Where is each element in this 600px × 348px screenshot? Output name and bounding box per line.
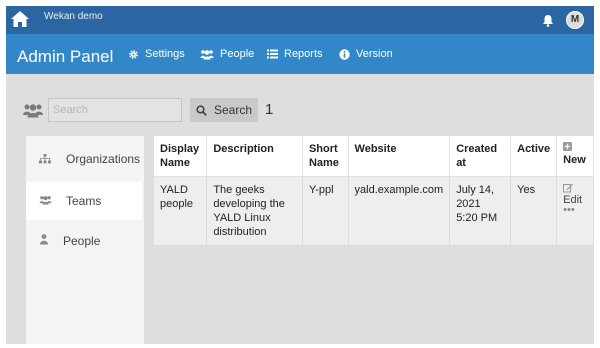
info-icon — [339, 48, 350, 60]
sidebar-item-label: Organizations — [66, 152, 141, 166]
nav-version[interactable]: Version — [339, 48, 393, 60]
edit-button[interactable]: Edit — [563, 183, 587, 207]
cell-website: yald.example.com — [348, 176, 451, 246]
nav-reports[interactable]: Reports — [267, 48, 323, 60]
sidebar-item-people[interactable]: People — [26, 222, 142, 260]
column-header-active[interactable]: Active — [510, 136, 558, 177]
sidebar-item-organizations[interactable]: Organizations — [26, 140, 142, 178]
column-header-display-name[interactable]: Display Name — [154, 136, 208, 177]
search-icon — [196, 104, 207, 116]
column-header-description[interactable]: Description — [206, 136, 303, 177]
user-icon — [40, 234, 48, 245]
nav-people-label: People — [220, 48, 255, 60]
table-header-row: Display Name Description Short Name Webs… — [154, 136, 594, 177]
teams-table: Display Name Description Short Name Webs… — [154, 136, 594, 246]
gear-icon — [129, 49, 138, 59]
top-bar: Wekan demo M — [6, 6, 594, 34]
cell-actions: Edit ••• — [556, 176, 594, 246]
column-header-website[interactable]: Website — [348, 136, 451, 177]
edit-icon — [563, 183, 573, 192]
list-icon — [267, 49, 278, 59]
plus-square-icon — [563, 142, 573, 151]
cell-description: The geeks developing the YALD Linux dist… — [206, 176, 303, 246]
nav-reports-label: Reports — [284, 48, 323, 60]
users-icon — [23, 104, 43, 118]
cell-display-name: YALD people — [154, 176, 208, 246]
board-title[interactable]: Wekan demo — [44, 11, 103, 22]
sidebar-item-teams[interactable]: Teams — [26, 182, 142, 220]
sidebar: Organizations Teams People — [26, 136, 144, 344]
admin-header: Admin Panel Settings People Reports Vers… — [6, 34, 594, 74]
page-title: Admin Panel — [17, 47, 114, 66]
cell-active: Yes — [510, 176, 558, 246]
new-team-label: New — [563, 154, 586, 166]
search-button[interactable]: Search — [190, 98, 258, 122]
nav-settings-label: Settings — [145, 48, 185, 60]
app-window: Wekan demo M Admin Panel Settings People… — [6, 6, 594, 344]
nav-version-label: Version — [356, 48, 393, 60]
users-icon — [200, 49, 214, 59]
nav-settings[interactable]: Settings — [128, 48, 185, 60]
sidebar-item-label: Teams — [66, 194, 102, 208]
more-options-button[interactable]: ••• — [563, 204, 587, 215]
bell-icon[interactable] — [542, 14, 554, 27]
column-header-short-name[interactable]: Short Name — [302, 136, 349, 177]
sidebar-item-label: People — [63, 234, 101, 248]
sitemap-icon — [39, 154, 51, 164]
result-count: 1 — [265, 101, 274, 118]
search-input[interactable] — [48, 98, 182, 122]
column-header-created-at[interactable]: Created at — [449, 136, 512, 177]
avatar[interactable]: M — [566, 11, 584, 29]
table-row: YALD people The geeks developing the YAL… — [154, 176, 594, 246]
cell-short-name: Y-ppl — [302, 176, 349, 246]
home-icon[interactable] — [10, 10, 30, 28]
search-button-label: Search — [213, 103, 253, 117]
nav-people[interactable]: People — [200, 48, 254, 60]
cell-created-at: July 14, 2021 5:20 PM — [449, 176, 512, 246]
new-team-button[interactable]: New — [556, 136, 594, 177]
users-icon — [39, 196, 52, 205]
